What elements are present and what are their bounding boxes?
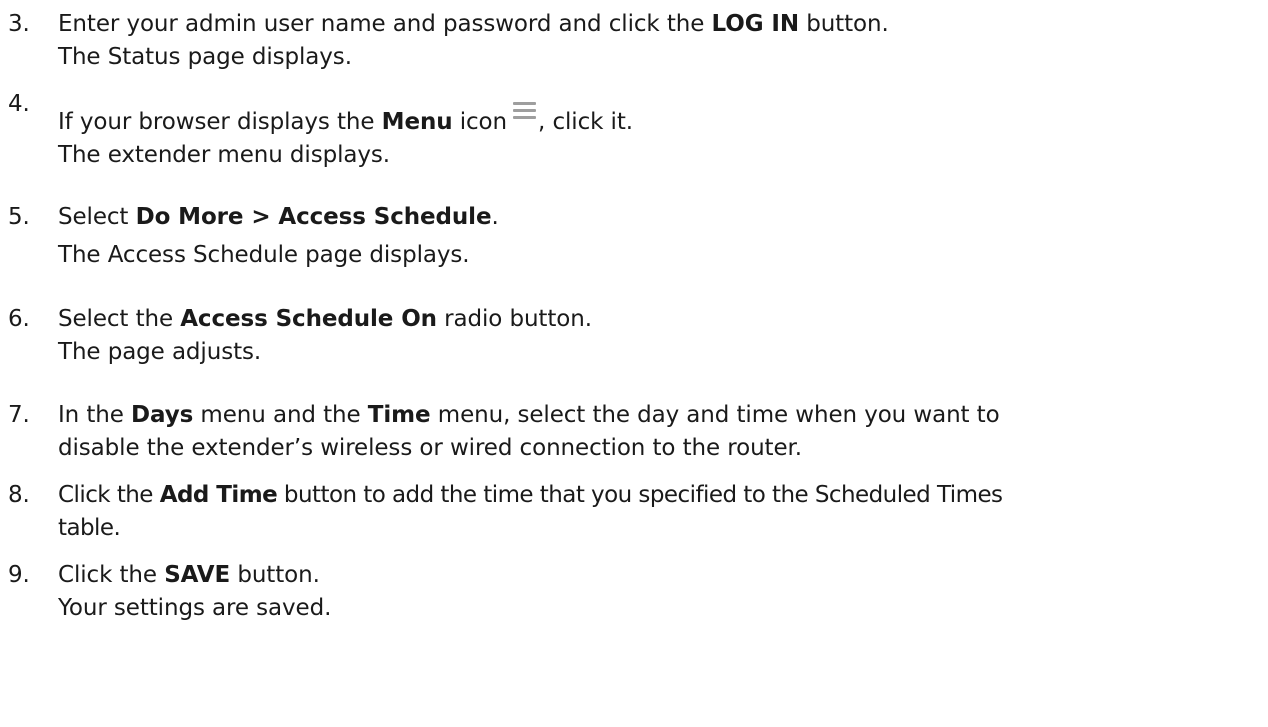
step-result: The page adjusts. [58, 339, 262, 365]
step-6: 6. Select the Access Schedule On radio b… [8, 303, 1263, 369]
step-instruction-continued: table. [58, 515, 121, 541]
access-schedule-on-label: Access Schedule On [180, 306, 437, 332]
step-number: 7. [8, 402, 30, 428]
save-label: SAVE [164, 562, 231, 588]
days-label: Days [131, 402, 194, 428]
step-number: 4. [8, 91, 30, 117]
time-label: Time [367, 402, 431, 428]
step-instruction: Enter your admin user name and password … [58, 11, 889, 37]
step-number: 6. [8, 306, 30, 332]
step-5: 5. Select Do More > Access Schedule. The… [8, 201, 1263, 272]
step-number: 9. [8, 562, 30, 588]
step-7: 7. In the Days menu and the Time menu, s… [8, 399, 1263, 465]
step-instruction: Select Do More > Access Schedule. [58, 204, 499, 230]
step-result: The Access Schedule page displays. [58, 242, 470, 268]
hamburger-menu-icon [513, 102, 537, 119]
step-result: The Status page displays. [58, 44, 352, 70]
step-9: 9. Click the SAVE button. Your settings … [8, 559, 1263, 625]
menu-label: Menu [381, 109, 453, 135]
step-instruction-continued: disable the extender’s wireless or wired… [58, 435, 802, 461]
step-instruction: In the Days menu and the Time menu, sele… [58, 402, 1000, 428]
step-number: 8. [8, 482, 30, 508]
step-instruction: Click the SAVE button. [58, 562, 320, 588]
menu-path-label: Do More > Access Schedule [135, 204, 492, 230]
step-number: 5. [8, 204, 30, 230]
step-instruction: Click the Add Time button to add the tim… [58, 482, 1003, 508]
step-instruction: If your browser displays the Menu icon, … [58, 102, 1263, 139]
log-in-label: LOG IN [711, 11, 800, 37]
step-8: 8. Click the Add Time button to add the … [8, 479, 1263, 545]
step-3: 3. Enter your admin user name and passwo… [8, 8, 1263, 74]
step-4: 4. If your browser displays the Menu ico… [8, 91, 1263, 172]
step-instruction: Select the Access Schedule On radio butt… [58, 306, 592, 332]
step-result: Your settings are saved. [58, 595, 332, 621]
step-number: 3. [8, 11, 30, 37]
instruction-steps: 3. Enter your admin user name and passwo… [8, 8, 1263, 625]
add-time-label: Add Time [159, 482, 278, 508]
step-result: The extender menu displays. [58, 142, 390, 168]
